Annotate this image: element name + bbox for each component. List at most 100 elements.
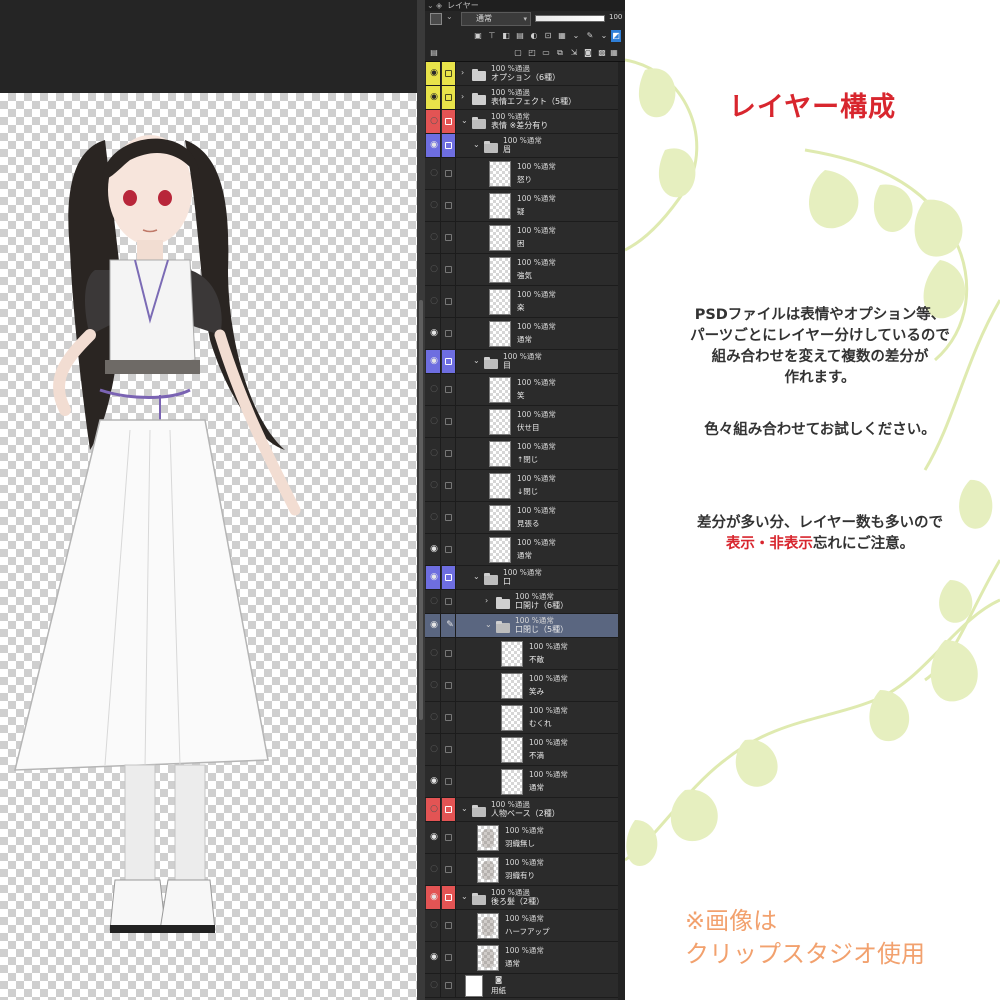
dropdown-icon[interactable]: ⌄ xyxy=(571,30,581,42)
layer-folder-row[interactable]: ○ › 100 %通常 口開け（6種） xyxy=(425,590,618,614)
layer-row[interactable]: ○ 100 %通常楽 xyxy=(425,286,618,318)
layer-folder-row[interactable]: ◉ › 100 %通過 表情エフェクト（5種） xyxy=(425,86,618,110)
lock-toggle[interactable] xyxy=(442,406,456,437)
visibility-toggle[interactable]: ○ xyxy=(426,374,441,405)
opacity-slider[interactable] xyxy=(535,15,605,22)
visibility-toggle[interactable]: ◉ xyxy=(426,134,441,157)
chevron-down-icon[interactable]: ⌄ xyxy=(446,12,453,21)
visibility-toggle[interactable]: ◉ xyxy=(426,766,441,797)
layer-folder-row[interactable]: ◉ ⌄ 100 %通過 後ろ髪（2種） xyxy=(425,886,618,910)
lock-toggle[interactable] xyxy=(442,374,456,405)
lock-toggle[interactable] xyxy=(442,534,456,565)
mask-icon[interactable]: ⊡ xyxy=(543,30,553,42)
lock-toggle[interactable] xyxy=(442,734,456,765)
layer-row[interactable]: ○ 100 %通常 羽織有り xyxy=(425,854,618,886)
layer-row[interactable]: ○ 100 %通常 不敵 xyxy=(425,638,618,670)
lock-toggle[interactable] xyxy=(442,158,456,189)
layer-row[interactable]: ○ 100 %通常 怒り xyxy=(425,158,618,190)
lock-toggle[interactable] xyxy=(442,974,456,997)
layer-row[interactable]: ○ 100 %通常 伏せ目 xyxy=(425,406,618,438)
chevron-right-icon[interactable]: › xyxy=(461,92,464,101)
lock-toggle[interactable] xyxy=(442,590,456,613)
visibility-toggle[interactable]: ◉ xyxy=(426,614,441,637)
visibility-toggle[interactable]: ○ xyxy=(426,702,441,733)
chevron-right-icon[interactable]: › xyxy=(485,596,488,605)
lock-toggle[interactable] xyxy=(442,502,456,533)
new-vector-layer-icon[interactable]: ◰ xyxy=(527,47,537,59)
layer-folder-row[interactable]: ◉ › 100 %通過 オプション（6種） xyxy=(425,62,618,86)
lock-toggle[interactable] xyxy=(442,62,456,85)
visibility-toggle[interactable]: ◉ xyxy=(426,318,441,349)
layer-folder-row[interactable]: ◉ ⌄ 100 %通常口 xyxy=(425,566,618,590)
visibility-toggle[interactable]: ○ xyxy=(426,910,441,941)
layer-row[interactable]: ○ 100 %通常疑 xyxy=(425,190,618,222)
canvas-scrollbar-thumb[interactable] xyxy=(419,300,423,720)
visibility-toggle[interactable]: ◉ xyxy=(426,86,441,109)
layer-row[interactable]: ○ 100 %通常 ↑閉じ xyxy=(425,438,618,470)
visibility-toggle[interactable]: ○ xyxy=(426,638,441,669)
lock-toggle[interactable] xyxy=(442,438,456,469)
chevron-down-icon[interactable]: ⌄ xyxy=(461,116,468,125)
pixel-lock-icon[interactable]: ▦ xyxy=(557,30,567,42)
lock-toggle[interactable] xyxy=(442,566,456,589)
paper-layer-row[interactable]: ○ ◙ 用紙 xyxy=(425,974,618,998)
chevron-down-icon[interactable]: ⌄ xyxy=(473,356,480,365)
lock-transparency-icon[interactable]: ◐ xyxy=(529,30,539,42)
layer-row[interactable]: ◉ 100 %通常 通常 xyxy=(425,534,618,566)
layer-folder-row[interactable]: ○ ⌄ 100 %通過 人物ベース（2種） xyxy=(425,798,618,822)
lock-toggle[interactable] xyxy=(442,670,456,701)
lock-toggle[interactable] xyxy=(442,470,456,501)
draft-layer-icon[interactable]: ◧ xyxy=(501,30,511,42)
layer-row[interactable]: ○ 100 %通常 強気 xyxy=(425,254,618,286)
trash-icon[interactable]: ▦ xyxy=(609,47,619,59)
lock-toggle[interactable] xyxy=(442,286,456,317)
chevron-down-icon[interactable]: ⌄ xyxy=(473,140,480,149)
layer-folder-row[interactable]: ◉ ✎ ⌄ 100 %通常 口閉じ（5種） xyxy=(425,614,618,638)
visibility-toggle[interactable]: ◉ xyxy=(426,942,441,973)
lock-toggle[interactable]: ✎ xyxy=(442,614,456,637)
visibility-toggle[interactable]: ◉ xyxy=(426,62,441,85)
lock-toggle[interactable] xyxy=(442,766,456,797)
visibility-toggle[interactable]: ○ xyxy=(426,502,441,533)
layer-panel-scrollbar[interactable] xyxy=(618,62,625,1000)
visibility-toggle[interactable]: ○ xyxy=(426,406,441,437)
lock-toggle[interactable] xyxy=(442,638,456,669)
layer-row[interactable]: ◉ 100 %通常 通常 xyxy=(425,318,618,350)
lock-toggle[interactable] xyxy=(442,222,456,253)
visibility-toggle[interactable]: ○ xyxy=(426,670,441,701)
lock-toggle[interactable] xyxy=(442,110,456,133)
visibility-toggle[interactable]: ○ xyxy=(426,190,441,221)
visibility-toggle[interactable]: ○ xyxy=(426,254,441,285)
layer-row[interactable]: ◉ 100 %通常 通常 xyxy=(425,942,618,974)
layer-row[interactable]: ○ 100 %通常 不満 xyxy=(425,734,618,766)
visibility-toggle[interactable]: ◉ xyxy=(426,566,441,589)
lock-toggle[interactable] xyxy=(442,822,456,853)
layer-row[interactable]: ○ 100 %通常 ↓閉じ xyxy=(425,470,618,502)
lock-toggle[interactable] xyxy=(442,350,456,373)
visibility-toggle[interactable]: ○ xyxy=(426,158,441,189)
visibility-toggle[interactable]: ○ xyxy=(426,286,441,317)
transfer-icon[interactable]: ⇲ xyxy=(569,47,579,59)
delete-layer-icon[interactable]: ▩ xyxy=(597,47,607,59)
visibility-toggle[interactable]: ○ xyxy=(426,470,441,501)
lock-toggle[interactable] xyxy=(442,910,456,941)
visibility-toggle[interactable]: ◉ xyxy=(426,886,441,909)
lock-toggle[interactable] xyxy=(442,854,456,885)
visibility-toggle[interactable]: ○ xyxy=(426,222,441,253)
layer-row[interactable]: ◉ 100 %通常 羽織無し xyxy=(425,822,618,854)
layer-row[interactable]: ○ 100 %通常 むくれ xyxy=(425,702,618,734)
lock-icon[interactable]: ▤ xyxy=(515,30,525,42)
layer-folder-row[interactable]: ◉ ⌄ 100 %通常眉 xyxy=(425,134,618,158)
visibility-toggle[interactable]: ○ xyxy=(426,110,441,133)
visibility-toggle[interactable]: ○ xyxy=(426,438,441,469)
chevron-down-icon[interactable]: ⌄ xyxy=(473,572,480,581)
visibility-toggle[interactable]: ○ xyxy=(426,590,441,613)
lock-toggle[interactable] xyxy=(442,702,456,733)
lock-toggle[interactable] xyxy=(442,942,456,973)
merge-down-icon[interactable]: ⧉ xyxy=(555,47,565,59)
chevron-down-icon[interactable]: ⌄ xyxy=(485,620,492,629)
lock-toggle[interactable] xyxy=(442,798,456,821)
clip-icon[interactable]: ▣ xyxy=(473,30,483,42)
visibility-toggle[interactable]: ◉ xyxy=(426,534,441,565)
lock-toggle[interactable] xyxy=(442,134,456,157)
